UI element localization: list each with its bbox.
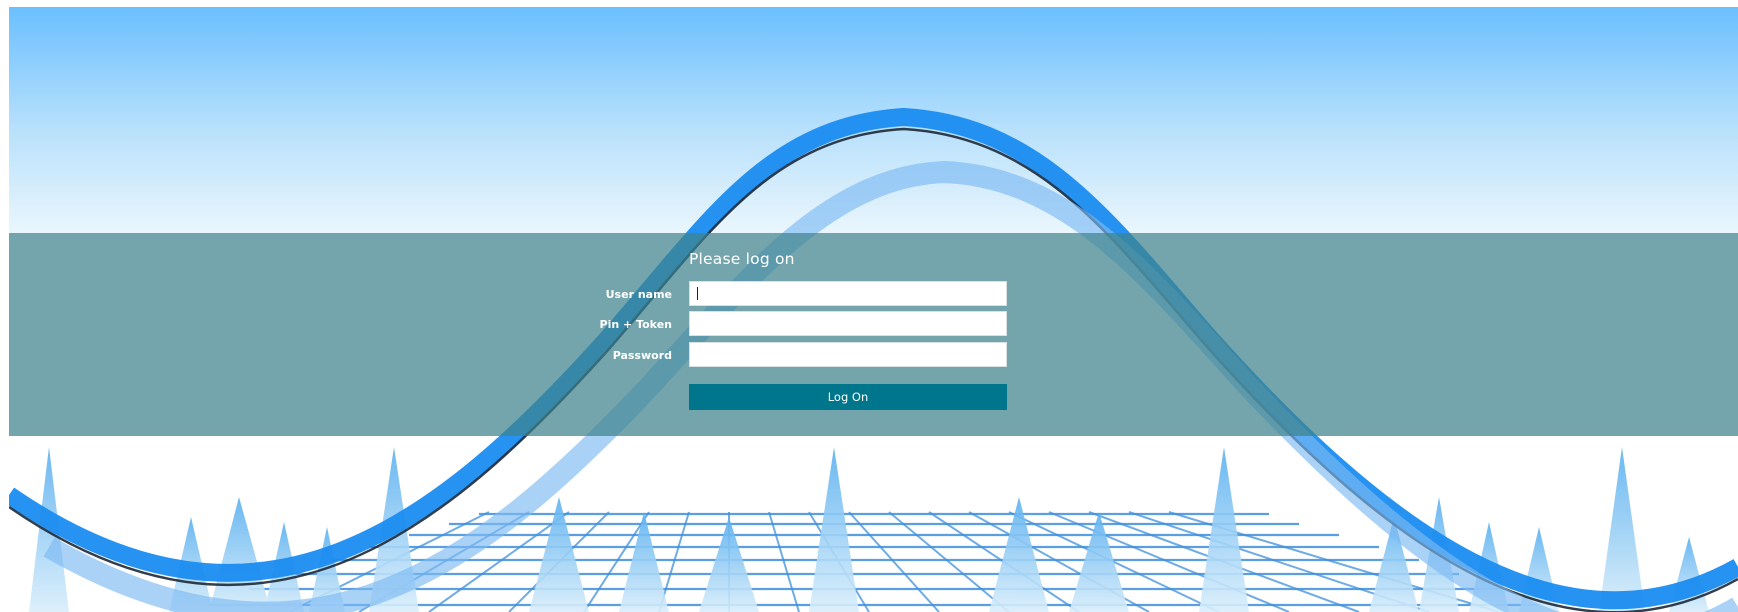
pin-token-input[interactable]: [689, 311, 1007, 336]
login-heading: Please log on: [689, 250, 795, 268]
password-input[interactable]: [689, 342, 1007, 367]
text-caret: [697, 287, 698, 300]
login-form: Please log on User name Pin + Token Pass…: [9, 233, 1738, 436]
pin-token-label: Pin + Token: [599, 318, 672, 331]
username-label: User name: [605, 288, 672, 301]
log-on-button[interactable]: Log On: [689, 384, 1007, 410]
login-page: Please log on User name Pin + Token Pass…: [0, 0, 1738, 612]
login-band: Please log on User name Pin + Token Pass…: [9, 233, 1738, 436]
username-input[interactable]: [689, 281, 1007, 306]
background-scene: Please log on User name Pin + Token Pass…: [9, 7, 1738, 612]
password-label: Password: [612, 349, 672, 362]
